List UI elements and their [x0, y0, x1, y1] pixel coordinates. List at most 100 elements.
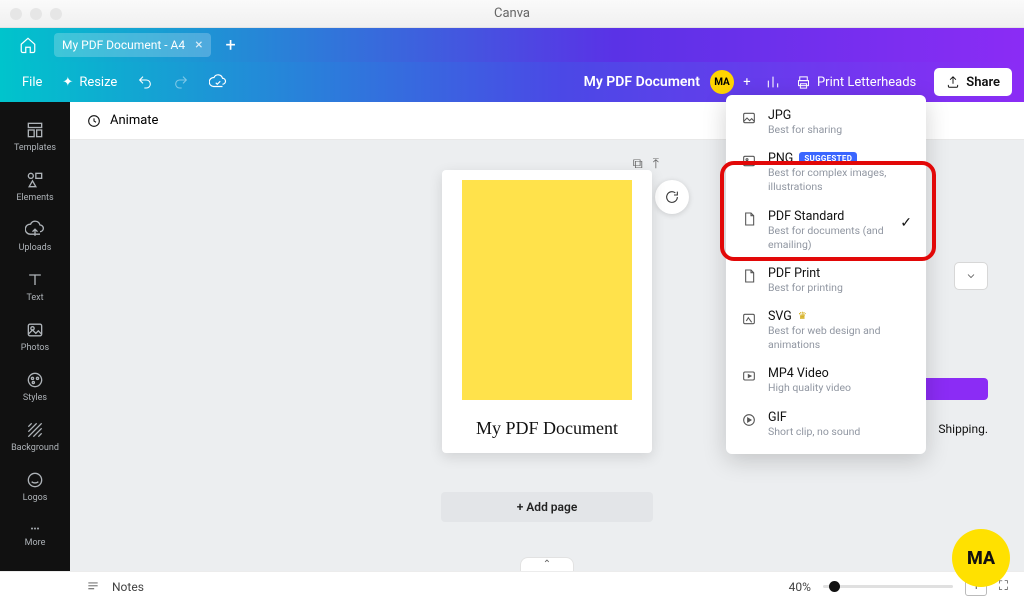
undo-button[interactable]: [127, 68, 163, 96]
rail-styles[interactable]: Styles: [0, 362, 70, 410]
rail-text[interactable]: Text: [0, 262, 70, 310]
insights-button[interactable]: [760, 74, 786, 90]
menu-item-title: JPG: [768, 108, 791, 123]
rail-label: Uploads: [19, 243, 52, 253]
rail-photos[interactable]: Photos: [0, 312, 70, 360]
document-tab-label: My PDF Document - A4: [62, 38, 185, 52]
play-animation-button[interactable]: [655, 180, 689, 214]
menu-item-title: MP4 Video: [768, 366, 829, 381]
share-label: Share: [966, 75, 1000, 90]
rail-background[interactable]: Background: [0, 412, 70, 460]
menu-item-gif[interactable]: GIF Short clip, no sound: [730, 403, 922, 446]
image-icon: [741, 311, 757, 327]
cloud-check-icon: [209, 73, 227, 91]
rail-logos[interactable]: Logos: [0, 462, 70, 510]
download-button-peek[interactable]: [918, 378, 988, 400]
expand-panel-handle[interactable]: ⌃: [520, 557, 574, 571]
rail-more[interactable]: ••• More: [0, 512, 70, 560]
menu-item-title: SVG: [768, 309, 792, 324]
background-icon: [25, 420, 45, 440]
rail-label: Styles: [23, 393, 47, 403]
document-icon: [741, 268, 757, 284]
menu-item-title: PDF Standard: [768, 209, 844, 224]
add-page-button[interactable]: + Add page: [441, 492, 653, 522]
styles-icon: [25, 370, 45, 390]
uploads-icon: [25, 220, 45, 240]
add-collaborator-button[interactable]: +: [734, 75, 760, 90]
rail-templates[interactable]: Templates: [0, 112, 70, 160]
rail-elements[interactable]: Elements: [0, 162, 70, 210]
print-letterheads-button[interactable]: Print Letterheads: [786, 68, 926, 96]
page-canvas[interactable]: My PDF Document: [442, 170, 652, 453]
zoom-slider[interactable]: [823, 585, 953, 588]
menu-item-sub: Short clip, no sound: [768, 425, 912, 439]
fullscreen-button[interactable]: ⛶: [999, 579, 1008, 594]
menu-item-pdf-print[interactable]: PDF Print Best for printing: [730, 259, 922, 302]
menu-item-sub: Best for web design and animations: [768, 324, 912, 352]
animate-button[interactable]: Animate: [110, 113, 158, 128]
menu-item-png[interactable]: PNG SUGGESTED Best for complex images, i…: [730, 144, 922, 201]
redo-icon: [173, 74, 189, 90]
redo-button[interactable]: [163, 68, 199, 96]
home-button[interactable]: [8, 33, 48, 57]
menu-item-pdf-standard[interactable]: PDF Standard Best for documents (and ema…: [730, 202, 922, 259]
document-icon: [741, 211, 757, 227]
share-button[interactable]: Share: [934, 68, 1012, 96]
upload-icon: [946, 75, 960, 89]
rail-label: Background: [11, 443, 59, 453]
rail-label: Elements: [16, 193, 53, 203]
tab-strip: My PDF Document - A4 × +: [0, 28, 1024, 62]
resize-button[interactable]: ✦ Resize: [52, 68, 127, 96]
rail-label: Logos: [23, 493, 48, 503]
footer-bar: Notes 40% 1 ⛶: [0, 571, 1024, 601]
shipping-text: Shipping.: [938, 422, 988, 436]
chevron-down-icon: [965, 270, 977, 282]
menu-item-sub: Best for sharing: [768, 123, 912, 137]
text-icon: [25, 270, 45, 290]
resize-label: Resize: [79, 75, 117, 90]
notes-button[interactable]: Notes: [112, 580, 144, 594]
crown-icon: ♛: [798, 311, 807, 322]
cloud-sync-button[interactable]: [199, 68, 237, 96]
document-title[interactable]: My PDF Document: [584, 74, 700, 90]
menu-item-sub: Best for printing: [768, 281, 912, 295]
side-rail: Templates Elements Uploads Text Photos S…: [0, 102, 70, 571]
more-icon: •••: [30, 525, 39, 535]
window-title: Canva: [0, 6, 1024, 21]
new-tab-button[interactable]: +: [217, 31, 245, 59]
zoom-level-label: 40%: [789, 580, 811, 594]
menu-item-svg[interactable]: SVG ♛ Best for web design and animations: [730, 302, 922, 359]
user-avatar[interactable]: MA: [710, 70, 734, 94]
notes-icon: [86, 580, 100, 594]
video-icon: [741, 368, 757, 384]
window-titlebar: Canva: [0, 0, 1024, 28]
rail-label: Templates: [14, 143, 56, 153]
home-icon: [19, 36, 37, 54]
menu-item-jpg[interactable]: JPG Best for sharing: [730, 101, 922, 144]
document-tab[interactable]: My PDF Document - A4 ×: [54, 33, 211, 57]
export-format-menu: JPG Best for sharing PNG SUGGESTED Best …: [726, 95, 926, 454]
rail-label: Text: [26, 293, 43, 303]
menu-item-sub: Best for complex images, illustrations: [768, 166, 912, 194]
photos-icon: [25, 320, 45, 340]
gif-icon: [741, 412, 757, 428]
animate-icon: [86, 113, 102, 129]
file-menu[interactable]: File: [12, 68, 52, 96]
right-panel-peek: [928, 262, 988, 290]
menu-item-mp4[interactable]: MP4 Video High quality video: [730, 359, 922, 402]
suggested-badge: SUGGESTED: [799, 152, 857, 165]
sparkle-icon: ✦: [62, 75, 73, 90]
zoom-slider-thumb[interactable]: [829, 581, 840, 592]
logos-icon: [25, 470, 45, 490]
close-tab-icon[interactable]: ×: [195, 37, 202, 53]
image-icon: [741, 153, 757, 169]
menu-item-sub: Best for documents (and emailing): [768, 224, 890, 252]
file-type-dropdown[interactable]: [954, 262, 988, 290]
rail-uploads[interactable]: Uploads: [0, 212, 70, 260]
menu-item-title: PDF Print: [768, 266, 820, 281]
page-title-text[interactable]: My PDF Document: [476, 418, 618, 439]
printer-icon: [796, 75, 811, 90]
yellow-rectangle-element[interactable]: [462, 180, 632, 400]
print-label: Print Letterheads: [817, 75, 916, 90]
add-page-above-icon[interactable]: ⤒: [653, 156, 659, 172]
